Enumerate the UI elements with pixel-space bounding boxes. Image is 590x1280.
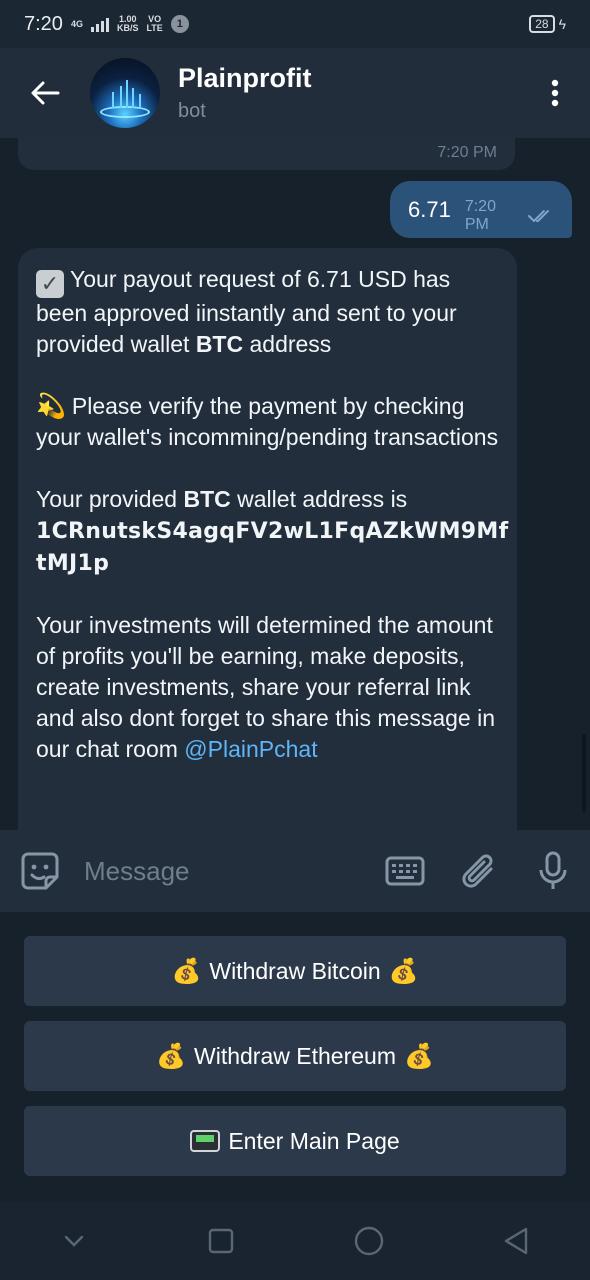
bot-reply-keyboard: 💰 Withdraw Bitcoin 💰 💰 Withdraw Ethereum… <box>0 912 590 1202</box>
paperclip-icon <box>462 854 493 888</box>
chat-header: Plainprofit bot <box>0 48 590 138</box>
back-button[interactable] <box>0 48 90 138</box>
withdraw-bitcoin-button[interactable]: 💰 Withdraw Bitcoin 💰 <box>24 936 566 1006</box>
nav-home-button[interactable] <box>339 1211 399 1271</box>
battery-icon: 28 <box>529 15 555 33</box>
charging-bolt-icon: ϟ <box>558 16 566 32</box>
message-paragraph: Your provided BTC wallet address is 1CRn… <box>36 486 509 576</box>
pager-icon <box>190 1130 221 1152</box>
message-paragraph: ✓ Your payout request of 6.71 USD has bee… <box>36 266 457 357</box>
withdraw-ethereum-button[interactable]: 💰 Withdraw Ethereum 💰 <box>24 1021 566 1091</box>
bot-avatar[interactable] <box>90 58 160 128</box>
message-paragraph: Your investments will determined the amo… <box>36 612 496 762</box>
message-input-bar: Message <box>0 830 590 912</box>
message-list[interactable]: 7:20 PM 6.71 7:20 PM ✓ Your payout reques… <box>0 138 590 830</box>
keyboard-icon <box>385 856 425 886</box>
money-bag-icon: 💰 <box>388 957 419 985</box>
circle-icon <box>354 1226 383 1256</box>
sticker-smile-icon <box>21 852 59 890</box>
enter-main-page-button[interactable]: Enter Main Page <box>24 1106 566 1176</box>
check-box-emoji-icon: ✓ <box>36 270 64 298</box>
nav-hide-button[interactable] <box>44 1211 104 1271</box>
message-time: 7:20 PM <box>464 197 496 233</box>
arrow-left-icon <box>31 81 60 105</box>
network-type: 4G <box>70 18 83 29</box>
chat-title-block[interactable]: Plainprofit bot <box>178 63 520 123</box>
chat-mention-link[interactable]: @PlainPchat <box>184 736 317 762</box>
square-icon <box>209 1228 234 1254</box>
status-bar: 7:20 4G 1.00 KB/S VO LTE 1 28 ϟ <box>0 0 590 48</box>
money-bag-icon: 💰 <box>403 1042 434 1070</box>
signal-icon <box>90 16 109 32</box>
outgoing-message-text: 6.71 <box>408 196 451 222</box>
money-bag-icon: 💰 <box>171 957 202 985</box>
emoji-button[interactable] <box>0 830 80 912</box>
money-bag-icon: 💰 <box>156 1042 187 1070</box>
message-input[interactable]: Message <box>80 856 368 887</box>
chat-subtitle: bot <box>178 100 206 122</box>
chevron-down-icon <box>64 1235 83 1247</box>
message-paragraph: 💫 Please verify the payment by checking y… <box>36 393 499 450</box>
nav-back-button[interactable] <box>486 1211 546 1271</box>
outgoing-message-bubble[interactable]: 6.71 7:20 PM <box>390 181 572 238</box>
microphone-icon <box>539 851 567 889</box>
chat-title: Plainprofit <box>178 63 312 93</box>
system-navigation-bar <box>0 1202 590 1280</box>
previous-message-bubble[interactable]: 7:20 PM <box>18 138 515 170</box>
more-vertical-icon <box>551 79 559 107</box>
incoming-message-bubble[interactable]: ✓ Your payout request of 6.71 USD has bee… <box>18 248 517 830</box>
attach-button[interactable] <box>442 830 516 912</box>
more-options-button[interactable] <box>520 48 590 138</box>
dizzy-emoji-icon: 💫 <box>36 393 66 420</box>
scrollbar[interactable] <box>582 734 586 812</box>
nav-recents-button[interactable] <box>191 1211 251 1271</box>
volte-indicator: VO LTE <box>146 14 163 33</box>
wallet-address[interactable]: 1CRnutskS4agqFV2wL1FqAZkWM9Mf tMJ1p <box>36 519 508 576</box>
voice-record-button[interactable] <box>516 830 590 912</box>
notification-count-badge: 1 <box>170 15 189 33</box>
keyboard-button[interactable] <box>368 830 442 912</box>
data-speed: 1.00 KB/S <box>116 14 139 33</box>
triangle-back-icon <box>505 1227 528 1255</box>
status-time: 7:20 <box>24 12 63 35</box>
double-check-icon <box>528 209 550 222</box>
message-time: 7:20 PM <box>437 144 497 161</box>
